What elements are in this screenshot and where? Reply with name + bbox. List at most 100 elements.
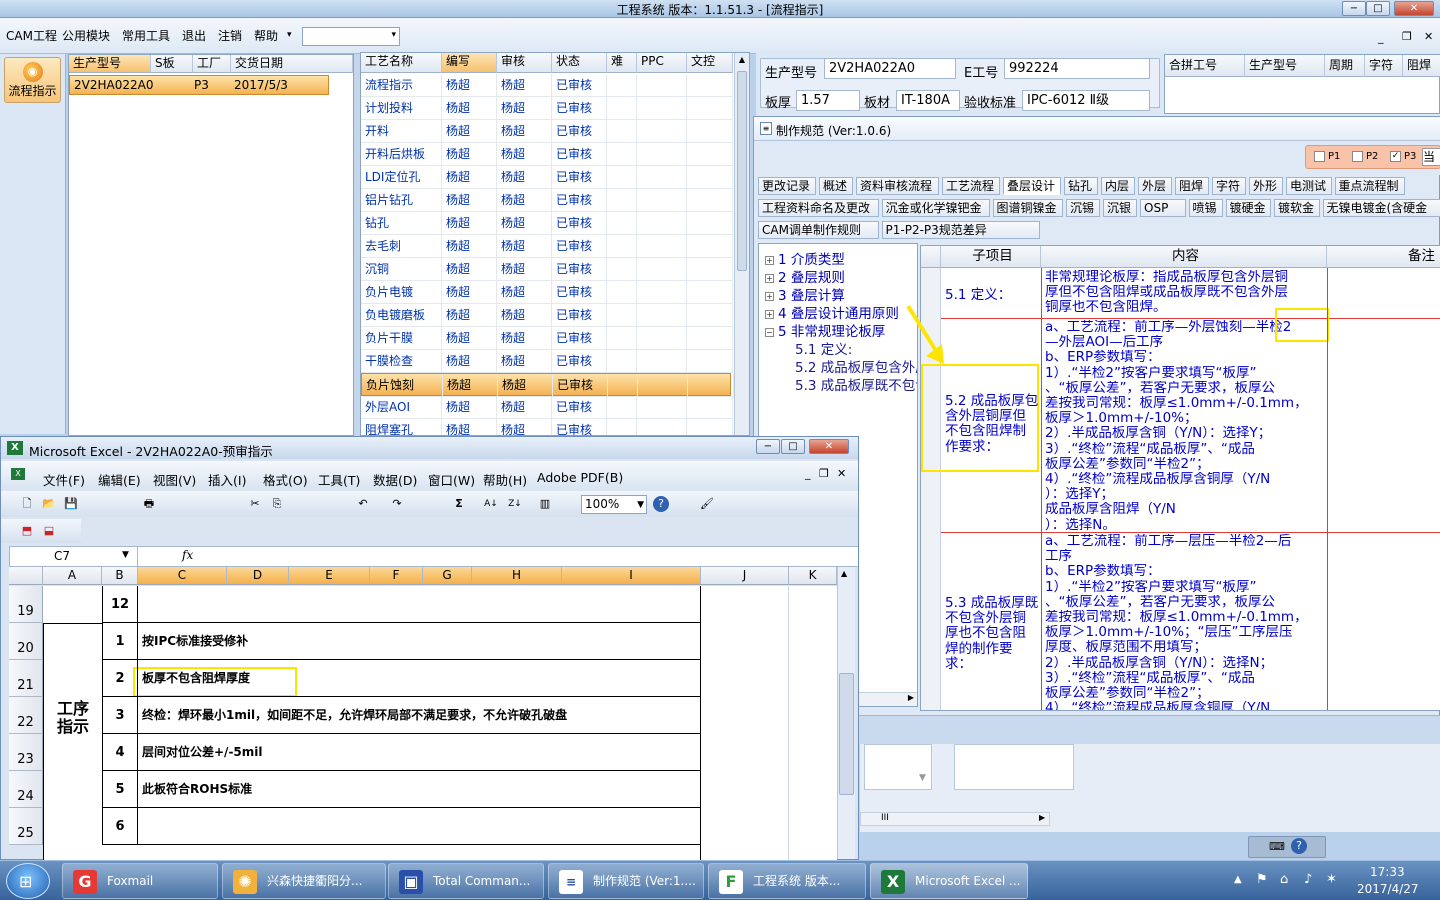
process-row[interactable]: 负片干膜 杨超 杨超 已审核: [361, 327, 733, 350]
tree-item[interactable]: +3 叠层计算: [765, 284, 915, 304]
process-row[interactable]: 流程指示 杨超 杨超 已审核: [361, 74, 733, 97]
formula-input[interactable]: [198, 547, 858, 566]
tab-tabs_row2-2[interactable]: 图谱铜镍金: [992, 199, 1063, 217]
tree-item[interactable]: 5.3 成品板厚既不包含外层铜厚: [765, 374, 917, 394]
tree-expand-icon[interactable]: +: [765, 310, 774, 319]
zoom-field[interactable]: 100% ▼: [581, 495, 647, 514]
tab-tabs_row1-12[interactable]: 重点流程制: [1334, 177, 1405, 195]
process-col-reviewer[interactable]: 审核: [497, 53, 552, 73]
tray-network-icon[interactable]: ⌂: [1280, 872, 1288, 887]
cell-c[interactable]: 此板符合ROHS标准: [138, 771, 701, 808]
excel-menu-item[interactable]: 编辑(E): [98, 470, 141, 489]
process-scroll-thumb[interactable]: [737, 71, 747, 271]
process-row[interactable]: 钻孔 杨超 杨超 已审核: [361, 212, 733, 235]
print-icon[interactable]: 🖶: [141, 496, 157, 512]
chart-icon[interactable]: ▥: [537, 496, 553, 512]
lower-scroll-grip[interactable]: III: [881, 813, 889, 823]
cell-b[interactable]: 3: [102, 697, 138, 734]
excel-menu-item[interactable]: 插入(I): [208, 470, 246, 489]
excel-doc-restore-icon[interactable]: ❐: [819, 467, 829, 480]
merged-process-cell[interactable]: 工序 指示: [43, 623, 102, 862]
excel-menu-item[interactable]: 格式(O): [263, 470, 308, 489]
fill-color-icon[interactable]: 🖌: [699, 496, 715, 512]
excel-scroll-up-icon[interactable]: ▲: [841, 569, 847, 578]
tab-tabs_row2-4[interactable]: 沉银: [1103, 199, 1137, 217]
spec-col-sub[interactable]: 子项目: [941, 246, 1041, 268]
process-col-status[interactable]: 状态: [552, 53, 607, 73]
maximize-button[interactable]: □: [1366, 1, 1390, 16]
col-header-d[interactable]: D: [227, 567, 289, 585]
tree-expand-icon[interactable]: +: [765, 256, 774, 265]
combine-col-cycle[interactable]: 周期: [1325, 55, 1365, 77]
excel-close-button[interactable]: ✕: [809, 439, 849, 454]
cell-c[interactable]: [138, 808, 701, 845]
task-engineering[interactable]: F 工程系统 版本...: [708, 863, 866, 899]
excel-doc-min-icon[interactable]: _: [805, 467, 811, 480]
save-icon[interactable]: 💾: [63, 496, 79, 512]
process-row[interactable]: 铝片钻孔 杨超 杨超 已审核: [361, 189, 733, 212]
thick-field[interactable]: 1.57: [796, 90, 860, 111]
row-header[interactable]: 24: [9, 771, 43, 808]
lower-scroll-down-icon[interactable]: ▼: [919, 773, 926, 783]
combine-col-char[interactable]: 字符: [1365, 55, 1403, 77]
process-scrollbar[interactable]: ▲: [734, 53, 749, 435]
excel-help-icon[interactable]: ?: [653, 496, 669, 512]
process-row[interactable]: 沉铜 杨超 杨超 已审核: [361, 258, 733, 281]
row-header[interactable]: 25: [9, 808, 43, 845]
tree-item[interactable]: 5.1 定义:: [765, 338, 915, 358]
excel-doc-close-icon[interactable]: ✕: [837, 467, 846, 480]
row-header[interactable]: 21: [9, 660, 43, 697]
row-header[interactable]: 19: [9, 586, 43, 623]
process-row[interactable]: 计划投料 杨超 杨超 已审核: [361, 97, 733, 120]
excel-menu-item[interactable]: 帮助(H): [483, 470, 527, 489]
tab-tabs_row1-10[interactable]: 外形: [1249, 177, 1283, 195]
keyboard-icon[interactable]: ⌨: [1269, 840, 1285, 853]
p2-checkbox[interactable]: [1352, 151, 1363, 162]
tray-flag-icon[interactable]: ⚑: [1256, 872, 1268, 887]
p3-checkbox[interactable]: ✓: [1390, 151, 1401, 162]
cell-c[interactable]: 按IPC标准接受修补: [138, 623, 701, 660]
process-row[interactable]: 阻焊塞孔 杨超 杨超 已审核: [361, 419, 733, 435]
p1-checkbox[interactable]: [1314, 151, 1325, 162]
cell-b[interactable]: 6: [102, 808, 138, 845]
spec-col-remark[interactable]: 备注: [1327, 246, 1440, 268]
excel-menu-item[interactable]: 文件(F): [43, 470, 85, 489]
process-row[interactable]: 去毛刺 杨超 杨超 已审核: [361, 235, 733, 258]
tab-tabs_row1-6[interactable]: 内层: [1101, 177, 1135, 195]
minimize-button[interactable]: −: [1342, 1, 1366, 16]
pdf-mail-icon[interactable]: ⬓: [41, 523, 57, 539]
tab-tabs_row2-9[interactable]: 无镍电镀金(含硬金: [1322, 199, 1440, 217]
spec-col-content[interactable]: 内容: [1041, 246, 1327, 268]
tab-tabs_row2-7[interactable]: 镀硬金: [1225, 199, 1271, 217]
name-box[interactable]: C7: [10, 547, 138, 566]
excel-menu-item[interactable]: 数据(D): [373, 470, 417, 489]
excel-minimize-button[interactable]: −: [756, 439, 780, 454]
eno-field[interactable]: 992224: [1004, 58, 1150, 79]
tree-item[interactable]: +4 叠层设计通用原则: [765, 302, 915, 322]
mdi-minimize-icon[interactable]: _: [1378, 31, 1384, 44]
process-row[interactable]: 负片蚀刻 杨超 杨超 已审核: [361, 373, 734, 397]
process-row[interactable]: 外层AOI 杨超 杨超 已审核: [361, 396, 733, 419]
col-header-h[interactable]: H: [472, 567, 562, 585]
task-excel[interactable]: X Microsoft Excel ...: [870, 863, 1028, 899]
combine-col-no[interactable]: 合拼工号: [1165, 55, 1245, 77]
col-header-i[interactable]: I: [562, 567, 701, 585]
tree-expand-icon[interactable]: −: [765, 328, 774, 337]
combine-col-mask[interactable]: 阻焊: [1403, 55, 1440, 77]
process-col-ppc[interactable]: PPC: [637, 53, 687, 73]
row-header[interactable]: 22: [9, 697, 43, 734]
cell-c[interactable]: 板厚不包含阻焊厚度: [138, 660, 701, 697]
std-field[interactable]: IPC-6012 Ⅱ级: [1022, 90, 1150, 111]
help-dropdown-icon[interactable]: ▾: [287, 30, 292, 40]
menu-combo[interactable]: ▾: [302, 27, 400, 46]
tab-tabs_row1-11[interactable]: 电测试: [1286, 177, 1332, 195]
new-icon[interactable]: 🗋: [19, 496, 35, 512]
mdi-restore-icon[interactable]: ❐: [1402, 30, 1412, 43]
orders-col-model[interactable]: 生产型号: [69, 55, 151, 73]
tab-tabs_row1-7[interactable]: 外层: [1138, 177, 1172, 195]
task-spec[interactable]: ≡ 制作规范 (Ver:1....: [548, 863, 704, 899]
tree-item[interactable]: −5 非常规理论板厚: [765, 320, 915, 340]
menu-help[interactable]: 帮助: [254, 27, 278, 44]
lower-scroll-right-icon[interactable]: ▶: [1039, 813, 1045, 822]
tab-tabs_row1-3[interactable]: 工艺流程: [942, 177, 1000, 195]
